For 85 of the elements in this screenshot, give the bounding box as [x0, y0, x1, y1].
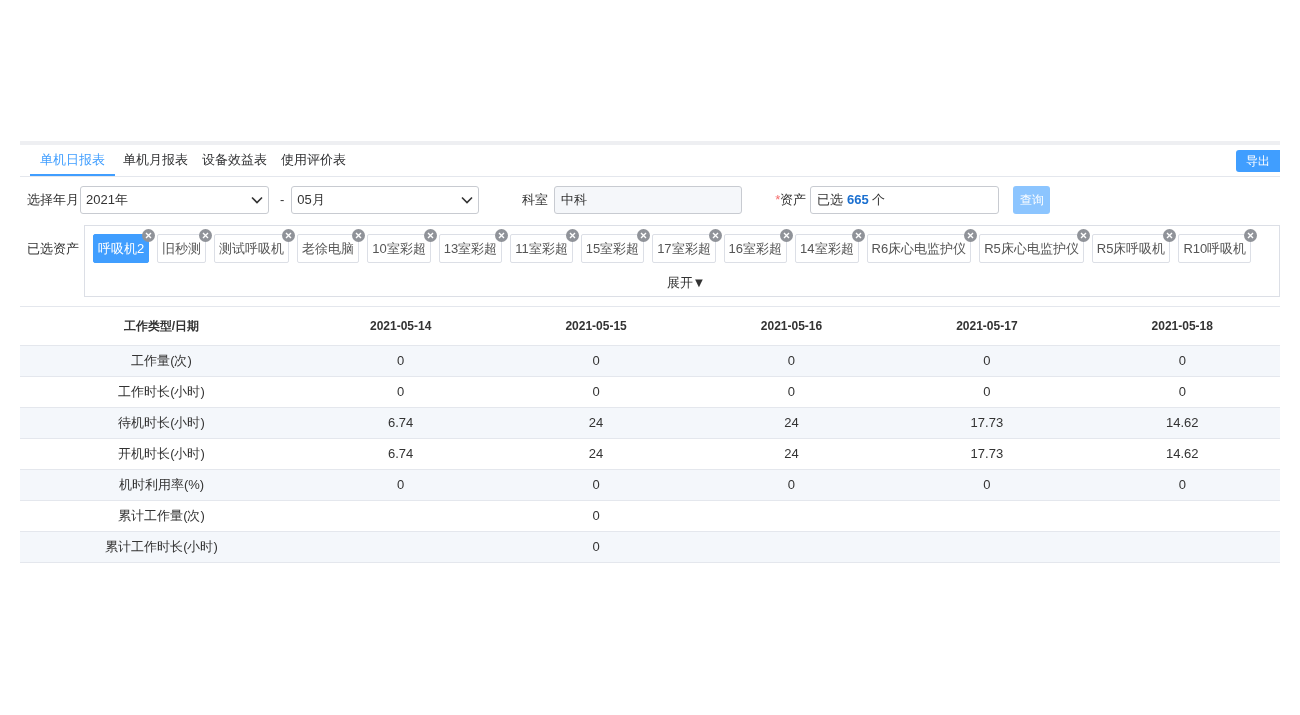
asset-tag[interactable]: R10呼吸机	[1178, 234, 1252, 263]
remove-icon[interactable]	[565, 229, 579, 242]
department-field[interactable]: 中科	[554, 186, 743, 214]
table-cell: 0	[889, 345, 1085, 376]
row-header: 累计工作量(次)	[20, 500, 303, 531]
table-cell: 0	[1084, 469, 1280, 500]
field-label: 选择年月	[27, 191, 80, 210]
table-cell: 14.62	[1084, 438, 1280, 469]
table-cell: 0	[693, 376, 890, 407]
field-label: 已选资产	[27, 240, 80, 258]
asset-tag[interactable]: 16室彩超	[723, 234, 788, 263]
row-header: 待机时长(小时)	[20, 407, 303, 438]
asset-tag[interactable]: 老徐电脑	[297, 234, 360, 263]
table-cell: 0	[498, 345, 694, 376]
table-cell: 0	[303, 376, 499, 407]
remove-icon[interactable]	[851, 229, 865, 242]
remove-icon[interactable]	[1244, 229, 1258, 242]
row-header: 工作时长(小时)	[20, 376, 303, 407]
asset-tag[interactable]: 14室彩超	[795, 234, 859, 263]
asset-tag[interactable]: 15室彩超	[580, 234, 645, 263]
table-cell: 0	[303, 345, 499, 376]
row-header: 机时利用率(%)	[20, 469, 303, 500]
remove-icon[interactable]	[142, 229, 156, 242]
table-cell: 0	[1084, 376, 1280, 407]
column-header: 2021-05-18	[1084, 307, 1280, 345]
column-header: 2021-05-14	[303, 307, 499, 345]
asset-field[interactable]: 已选 665 个	[810, 186, 1000, 214]
remove-icon[interactable]	[199, 229, 213, 242]
table-cell: 17.73	[889, 438, 1085, 469]
remove-icon[interactable]	[282, 229, 296, 242]
row-header: 累计工作时长(小时)	[20, 531, 303, 562]
remove-icon[interactable]	[964, 229, 978, 242]
month-select[interactable]: 05月	[291, 186, 480, 214]
remove-icon[interactable]	[495, 229, 509, 242]
asset-tag[interactable]: 10室彩超	[367, 234, 431, 263]
table-cell: 14.62	[1084, 407, 1280, 438]
report-tab[interactable]: 使用评价表	[275, 145, 352, 176]
table-cell: 6.74	[303, 407, 499, 438]
table-cell: 17.73	[889, 407, 1085, 438]
row-header: 工作量(次)	[20, 345, 303, 376]
remove-icon[interactable]	[1076, 229, 1090, 242]
chevron-down-icon	[461, 196, 474, 204]
asset-tag[interactable]: R6床心电监护仪	[866, 234, 972, 263]
asset-tag[interactable]: 17室彩超	[652, 234, 716, 263]
expand-link[interactable]: 展开▼	[666, 273, 706, 293]
table-cell: 24	[498, 407, 694, 438]
field-label: 资产	[780, 191, 807, 210]
remove-icon[interactable]	[780, 229, 794, 242]
row-header: 开机时长(小时)	[20, 438, 303, 469]
column-header: 2021-05-17	[889, 307, 1085, 345]
column-header: 工作类型/日期	[20, 307, 303, 345]
remove-icon[interactable]	[708, 229, 722, 242]
table-cell: 24	[693, 407, 890, 438]
asset-tag[interactable]: R5床呼吸机	[1091, 234, 1171, 263]
asset-tag[interactable]: 测试呼吸机	[214, 234, 290, 263]
table-cell: 0	[693, 345, 890, 376]
table-cell: 24	[498, 438, 694, 469]
table-cell: 0	[303, 469, 499, 500]
chevron-down-icon	[251, 196, 263, 204]
table-cell: 0	[1084, 345, 1280, 376]
asset-tag[interactable]: R5床心电监护仪	[979, 234, 1084, 263]
column-header: 2021-05-15	[498, 307, 694, 345]
table-cell: 0	[498, 469, 694, 500]
year-select[interactable]: 2021年	[80, 186, 269, 214]
table-cell: 24	[693, 438, 890, 469]
remove-icon[interactable]	[352, 229, 366, 242]
table-cell: 0	[889, 469, 1085, 500]
table-cell: 0	[693, 469, 890, 500]
table-cell: 0	[498, 531, 694, 562]
separator-text: -	[280, 191, 285, 210]
table-cell: 0	[498, 500, 694, 531]
remove-icon[interactable]	[423, 229, 437, 242]
report-tab[interactable]: 设备效益表	[196, 145, 273, 176]
asset-tag[interactable]: 13室彩超	[438, 234, 503, 263]
remove-icon[interactable]	[637, 229, 651, 242]
report-tab[interactable]: 单机月报表	[117, 145, 194, 176]
field-label: 科室	[522, 191, 549, 210]
table-cell: 0	[498, 376, 694, 407]
remove-icon[interactable]	[1163, 229, 1177, 242]
table-cell: 0	[889, 376, 1085, 407]
required-mark: *	[775, 191, 781, 210]
column-header: 2021-05-16	[693, 307, 890, 345]
asset-tag[interactable]: 旧秒测	[157, 234, 207, 263]
asset-tag[interactable]: 11室彩超	[510, 234, 573, 263]
table-cell: 6.74	[303, 438, 499, 469]
